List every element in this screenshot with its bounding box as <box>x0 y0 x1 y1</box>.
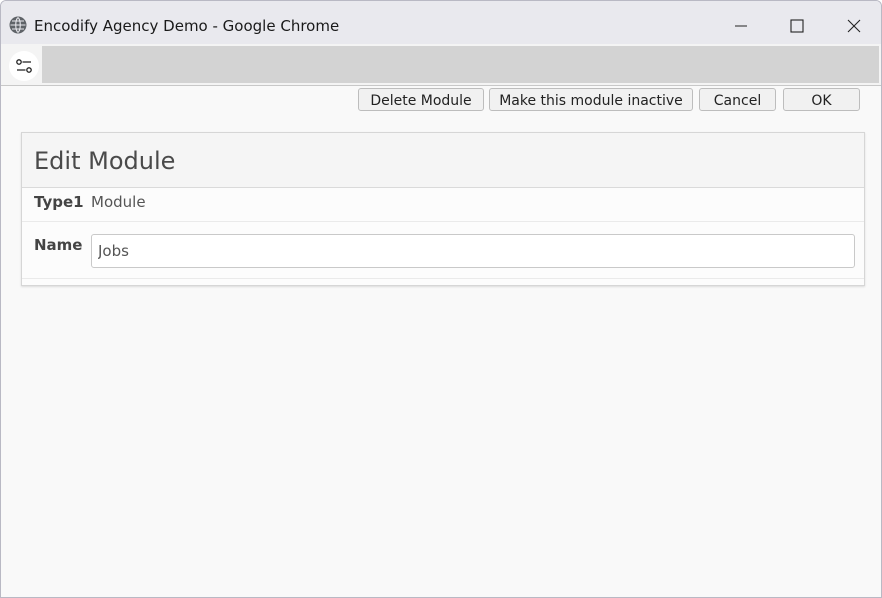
close-icon <box>847 19 861 33</box>
title-bar: Encodify Agency Demo - Google Chrome <box>1 1 881 44</box>
minimize-icon <box>735 25 747 27</box>
window-title: Encodify Agency Demo - Google Chrome <box>34 17 340 35</box>
cancel-button[interactable]: Cancel <box>699 88 776 111</box>
address-bar-area[interactable] <box>42 46 879 83</box>
close-window-button[interactable] <box>839 11 869 41</box>
row-divider <box>22 278 864 279</box>
maximize-button[interactable] <box>782 11 812 41</box>
browser-toolbar <box>1 44 881 86</box>
globe-icon <box>9 16 27 34</box>
maximize-icon <box>790 19 804 33</box>
name-label: Name <box>34 236 83 254</box>
minimize-button[interactable] <box>726 11 756 41</box>
type-value: Module <box>91 193 146 211</box>
tune-icon <box>16 59 32 73</box>
panel-header: Edit Module <box>22 133 864 188</box>
browser-window: Encodify Agency Demo - Google Chrome Del… <box>0 0 882 598</box>
name-input[interactable] <box>91 234 855 268</box>
edit-module-panel: Edit Module Type1 Module Name <box>21 132 865 286</box>
site-settings-button[interactable] <box>9 51 39 81</box>
make-inactive-button[interactable]: Make this module inactive <box>489 88 693 111</box>
type-label: Type1 <box>34 193 84 211</box>
delete-module-button[interactable]: Delete Module <box>358 88 484 111</box>
row-divider <box>22 221 864 222</box>
panel-title: Edit Module <box>34 147 176 175</box>
ok-button[interactable]: OK <box>783 88 860 111</box>
